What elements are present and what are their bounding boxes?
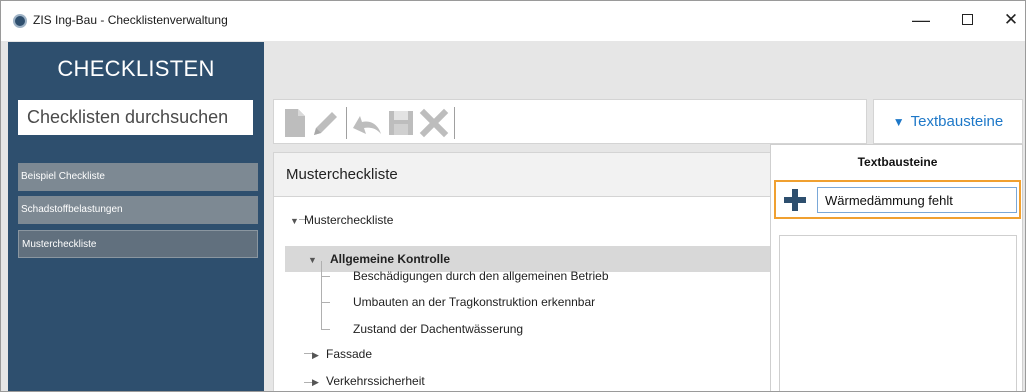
app-window: ZIS Ing-Bau - Checklistenverwaltung — ✕ … xyxy=(0,0,1026,392)
add-textbaustein-row xyxy=(774,180,1021,219)
textbausteine-panel: Textbausteine xyxy=(770,144,1023,391)
tree-node-label: Verkehrssicherheit xyxy=(326,374,425,388)
window-title: ZIS Ing-Bau - Checklistenverwaltung xyxy=(33,13,228,27)
textbaustein-input[interactable] xyxy=(817,187,1017,213)
toolbar-separator xyxy=(346,107,347,139)
panel-header: Mustercheckliste xyxy=(274,153,772,197)
maximize-icon xyxy=(961,14,973,26)
textbausteine-panel-title: Textbausteine xyxy=(857,155,938,169)
tree-node-verkehrssicherheit[interactable]: ▶ Verkehrssicherheit xyxy=(312,368,425,391)
toolbar-separator xyxy=(454,107,455,139)
app-logo-icon xyxy=(13,14,27,28)
plus-icon[interactable] xyxy=(783,188,807,212)
textbausteine-button-label: Textbausteine xyxy=(910,113,1004,130)
tree-node-fassade[interactable]: ▶ Fassade xyxy=(312,341,372,367)
textbausteine-list xyxy=(779,235,1017,391)
sidebar-title: CHECKLISTEN xyxy=(57,56,215,81)
sidebar-item-beispiel-checkliste[interactable]: Beispiel Checkliste xyxy=(18,163,258,191)
tree-node-root[interactable]: ▼ Mustercheckliste xyxy=(290,207,393,233)
tree-node-label: Mustercheckliste xyxy=(304,213,394,227)
sidebar: CHECKLISTEN Beispiel Checkliste Schadsto… xyxy=(8,42,264,391)
sidebar-item-mustercheckliste[interactable]: Mustercheckliste xyxy=(18,230,258,258)
tree-leaf[interactable]: Zustand der Dachentwässerung xyxy=(353,316,523,342)
collapsed-arrow-icon[interactable]: ▶ xyxy=(312,342,326,368)
tree-node-label: Fassade xyxy=(326,347,373,361)
new-document-icon[interactable] xyxy=(284,108,306,138)
toolbar xyxy=(273,99,867,144)
sidebar-item-schadstoffbelastungen[interactable]: Schadstoffbelastungen xyxy=(18,196,258,224)
triangle-down-icon: ▼ xyxy=(892,115,905,129)
close-button[interactable]: ✕ xyxy=(989,8,1025,34)
title-bar: ZIS Ing-Bau - Checklistenverwaltung — ✕ xyxy=(1,1,1025,41)
collapsed-arrow-icon[interactable]: ▶ xyxy=(312,369,326,391)
tree-connector xyxy=(321,329,330,330)
tree-leaf[interactable]: Umbauten an der Tragkonstruktion erkennb… xyxy=(353,289,595,315)
expanded-arrow-icon[interactable]: ▼ xyxy=(308,247,330,273)
textbausteine-toggle-button[interactable]: ▼ Textbausteine xyxy=(873,99,1023,144)
edit-pencil-icon[interactable] xyxy=(311,108,341,138)
tree-connector xyxy=(321,276,330,277)
undo-icon[interactable] xyxy=(350,108,384,138)
save-icon[interactable] xyxy=(388,108,414,138)
minimize-button[interactable]: — xyxy=(899,8,943,34)
tree-connector xyxy=(321,302,330,303)
checklist-search-input[interactable] xyxy=(18,100,253,135)
tree-leaf[interactable]: Beschädigungen durch den allgemeinen Bet… xyxy=(353,263,609,289)
checklist-panel: Mustercheckliste ▼ Mustercheckliste ▼ Allg… xyxy=(273,152,773,391)
maximize-button[interactable] xyxy=(945,8,989,34)
expanded-arrow-icon[interactable]: ▼ xyxy=(290,208,304,234)
delete-icon[interactable] xyxy=(419,108,449,138)
